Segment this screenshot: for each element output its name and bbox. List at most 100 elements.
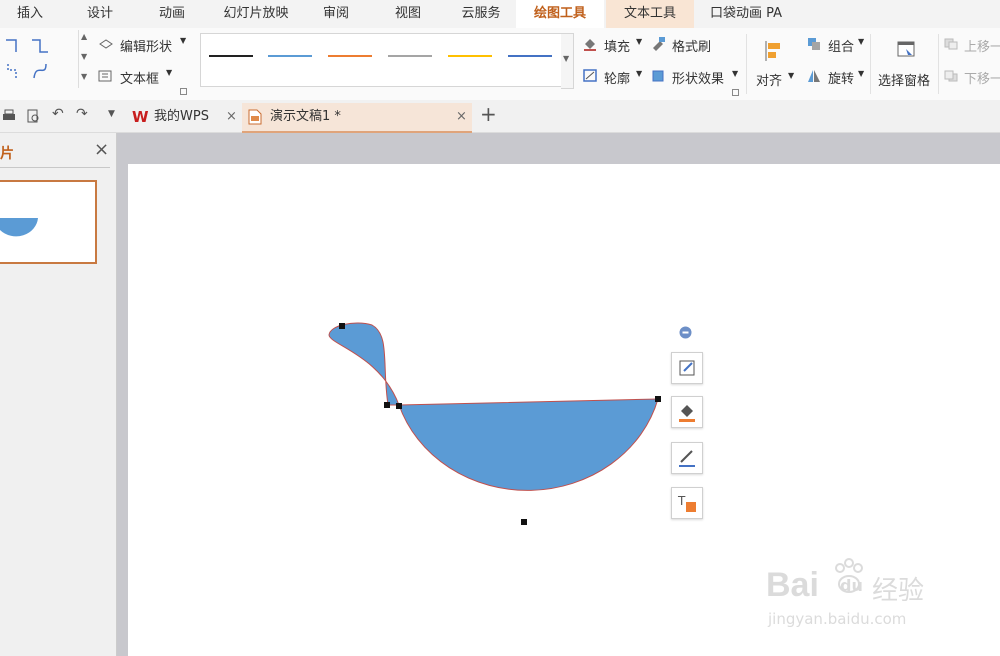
format-painter-icon — [653, 37, 665, 51]
watermark-cn: 经验 — [872, 576, 925, 606]
menu-animation[interactable]: 动画 — [146, 0, 198, 28]
resize-handle-right[interactable] — [655, 396, 661, 402]
ribbon-separator — [746, 34, 747, 94]
edit-shape-icon — [99, 39, 113, 49]
dialog-launcher-icon[interactable] — [180, 88, 187, 95]
resize-handle-top-left[interactable] — [339, 323, 345, 329]
selection-pane-icon — [897, 41, 915, 57]
send-backward-button[interactable]: 下移一 — [964, 68, 1000, 87]
svg-text:T: T — [677, 494, 686, 508]
undo-icon[interactable]: ↶ — [52, 106, 64, 122]
line-style-4[interactable] — [388, 55, 432, 57]
quick-access-dropdown-icon[interactable]: ▼ — [108, 109, 115, 119]
menu-review[interactable]: 审阅 — [310, 0, 362, 28]
menu-design[interactable]: 设计 — [74, 0, 126, 28]
print-preview-icon[interactable] — [26, 109, 40, 123]
close-icon[interactable]: × — [456, 103, 467, 131]
shape-effect-button[interactable]: 形状效果 — [672, 68, 724, 87]
align-icon — [765, 41, 780, 61]
align-dropdown-icon[interactable]: ▼ — [788, 71, 794, 80]
line-style-3[interactable] — [328, 55, 372, 57]
menu-drawing-tools[interactable]: 绘图工具 — [516, 0, 604, 28]
outline-button[interactable]: 轮廓 — [604, 68, 630, 87]
tab-my-wps[interactable]: W 我的WPS × — [126, 103, 240, 131]
baidu-watermark: Bai du 经验 jingyan.baidu.com — [766, 558, 996, 638]
print-icon[interactable] — [2, 109, 16, 123]
redo-icon[interactable]: ↷ — [76, 106, 88, 122]
menu-bar: 插入 设计 动画 幻灯片放映 审阅 视图 云服务 绘图工具 文本工具 口袋动画 … — [0, 0, 1000, 28]
shapes-scroll[interactable]: ▲ ▼ ▼ — [78, 30, 91, 88]
rotate-button[interactable]: 旋转 — [828, 68, 854, 87]
fill-dropdown-icon[interactable]: ▼ — [636, 37, 642, 46]
rotate-dropdown-icon[interactable]: ▼ — [858, 69, 864, 78]
fill-button[interactable]: 填充 — [604, 36, 630, 55]
ribbon-separator-2 — [870, 34, 871, 94]
menu-insert[interactable]: 插入 — [4, 0, 56, 28]
freeform-shape[interactable] — [320, 315, 670, 530]
scroll-down-icon[interactable]: ▼ — [81, 52, 87, 61]
group-dropdown-icon[interactable]: ▼ — [858, 37, 864, 46]
send-backward-icon — [944, 70, 958, 82]
tab-presentation-label: 演示文稿1 * — [270, 109, 341, 124]
line-gallery-scroll[interactable]: ▼ — [561, 33, 574, 89]
scroll-up-icon[interactable]: ▲ — [81, 32, 87, 41]
close-icon[interactable]: × — [226, 103, 237, 131]
tab-my-wps-label: 我的WPS — [154, 109, 209, 124]
line-style-6[interactable] — [508, 55, 552, 57]
watermark-brand: Bai — [766, 566, 819, 604]
shape-effect-dropdown-icon[interactable]: ▼ — [732, 69, 738, 78]
menu-slideshow[interactable]: 幻灯片放映 — [212, 0, 300, 28]
float-edit-shape-button[interactable] — [671, 352, 703, 384]
slide-thumbnail-1[interactable] — [0, 180, 97, 264]
edit-pencil-icon — [679, 360, 695, 376]
new-tab-button[interactable]: + — [480, 102, 497, 126]
shape-effect-icon — [652, 70, 664, 82]
panel-close-icon[interactable]: × — [94, 139, 109, 160]
float-text-button[interactable]: T — [671, 487, 703, 519]
menu-pocket-animation[interactable]: 口袋动画 PA — [700, 0, 792, 28]
line-style-gallery[interactable] — [200, 33, 562, 87]
group-button[interactable]: 组合 — [828, 36, 854, 55]
menu-text-tools[interactable]: 文本工具 — [606, 0, 694, 28]
format-painter-button[interactable]: 格式刷 — [672, 36, 711, 55]
text-box-button[interactable]: 文本框 — [120, 68, 159, 87]
outline-pen-icon — [679, 450, 695, 467]
panel-divider — [0, 167, 110, 168]
gallery-more-icon[interactable]: ▼ — [81, 72, 87, 81]
tab-presentation[interactable]: 演示文稿1 * × — [242, 103, 472, 133]
rotate-icon — [808, 70, 820, 82]
document-tab-bar: ↶ ↷ ▼ W 我的WPS × 演示文稿1 * × + — [0, 100, 1000, 133]
menu-view[interactable]: 视图 — [382, 0, 434, 28]
float-outline-button[interactable] — [671, 442, 703, 474]
menu-cloud[interactable]: 云服务 — [448, 0, 514, 28]
line-style-2[interactable] — [268, 55, 312, 57]
text-box-dropdown-icon[interactable]: ▼ — [166, 68, 172, 77]
resize-handle-bottom[interactable] — [521, 519, 527, 525]
bring-forward-icon — [944, 38, 958, 50]
ribbon: ▲ ▼ ▼ 编辑形状 ▼ 文本框 ▼ ▼ 填充 ▼ 轮廓 ▼ 格式刷 形状效果 … — [0, 28, 1000, 101]
panel-title: 片 — [0, 146, 14, 162]
connector-shapes-gallery[interactable] — [2, 34, 78, 86]
watermark-paw-text: du — [840, 576, 863, 595]
text-format-icon: T — [677, 494, 696, 512]
line-style-5[interactable] — [448, 55, 492, 57]
ribbon-separator-3 — [938, 34, 939, 94]
bring-forward-button[interactable]: 上移一 — [964, 36, 1000, 55]
selection-pane-button[interactable]: 选择窗格 — [878, 70, 930, 89]
align-button[interactable]: 对齐 — [756, 70, 782, 89]
group-icon — [808, 38, 820, 50]
outline-icon — [583, 69, 597, 82]
edit-shape-button[interactable]: 编辑形状 — [120, 36, 172, 55]
resize-handle-neck-left[interactable] — [384, 402, 390, 408]
line-style-1[interactable] — [209, 55, 253, 57]
resize-handle-neck-right[interactable] — [396, 403, 402, 409]
watermark-url: jingyan.baidu.com — [768, 610, 907, 628]
collapse-toolbar-icon[interactable] — [679, 326, 692, 339]
float-fill-button[interactable] — [671, 396, 703, 428]
edit-shape-dropdown-icon[interactable]: ▼ — [180, 36, 186, 45]
wps-logo-icon: W — [132, 108, 149, 126]
thumbnail-shape — [0, 218, 38, 237]
outline-dropdown-icon[interactable]: ▼ — [636, 69, 642, 78]
line-gallery-more-icon[interactable]: ▼ — [563, 54, 569, 63]
dialog-launcher-icon-2[interactable] — [732, 89, 739, 96]
